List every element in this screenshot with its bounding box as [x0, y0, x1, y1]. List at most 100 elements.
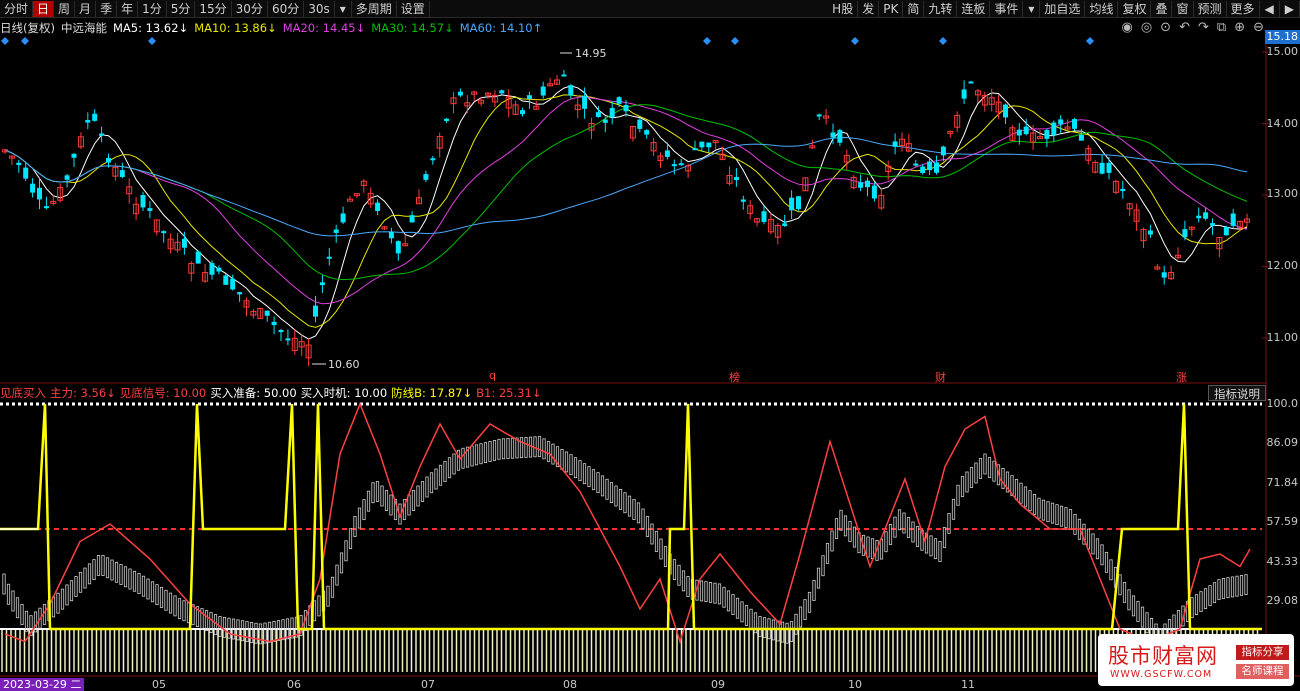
oscillator-bar	[362, 499, 366, 521]
candle-body	[1016, 129, 1022, 136]
oscillator-bar	[267, 621, 272, 643]
oscillator-bar	[60, 588, 65, 610]
candle-body	[375, 202, 381, 212]
oscillator-bar	[1055, 504, 1059, 526]
candle-body	[782, 223, 788, 226]
oscillator-bar	[425, 476, 429, 498]
candle-body	[85, 120, 91, 123]
oscillator-bar	[110, 559, 114, 581]
kline-chart[interactable]	[0, 0, 1300, 691]
oscillator-bar	[69, 580, 74, 602]
oscillator-bar	[929, 535, 933, 557]
candle-body	[940, 146, 946, 156]
event-marker[interactable]: q	[489, 369, 496, 382]
oscillator-bar	[1235, 575, 1239, 597]
event-marker[interactable]: 财	[935, 369, 946, 385]
oscillator-bar	[119, 564, 123, 585]
candle-body	[43, 206, 49, 209]
oscillator-bar	[614, 485, 618, 507]
oscillator-bar	[483, 442, 488, 464]
oscillator-bar	[1086, 528, 1091, 550]
candle-body	[520, 110, 525, 115]
signal-diamond	[148, 37, 156, 45]
candle-body	[195, 251, 201, 264]
oscillator-bar	[353, 516, 357, 537]
indicator-help-button[interactable]: 指标说明	[1208, 385, 1266, 401]
candle-body	[37, 187, 42, 200]
oscillator-bar	[497, 438, 501, 460]
oscillator-bar	[74, 576, 78, 597]
month-label: 11	[961, 678, 975, 691]
candle-body	[333, 229, 339, 233]
oscillator-bar	[708, 582, 713, 603]
candle-body	[1210, 223, 1215, 226]
oscillator-bar	[380, 485, 384, 507]
oscillator-bar	[951, 498, 956, 520]
oscillator-bar	[776, 620, 780, 642]
candle-body	[671, 164, 677, 167]
oscillator-bar	[969, 467, 974, 488]
candle-body	[602, 119, 608, 123]
oscillator-bar	[965, 471, 969, 493]
oscillator-bar	[434, 468, 438, 490]
oscillator-bar	[501, 438, 506, 460]
oscillator-bar	[560, 448, 564, 470]
oscillator-bar	[1104, 551, 1109, 573]
candle-body	[816, 114, 822, 117]
candle-body	[1196, 215, 1202, 219]
indicator-name[interactable]: 见底买入	[0, 385, 46, 401]
oscillator-bar	[816, 567, 821, 589]
watermark-tag: 指标分享	[1236, 645, 1289, 660]
oscillator-bar	[852, 526, 857, 548]
oscillator-bar	[987, 457, 992, 479]
oscillator-bar	[1073, 514, 1077, 535]
oscillator-bar	[1019, 482, 1023, 504]
oscillator-bar	[1100, 544, 1104, 566]
oscillator-bar	[672, 559, 677, 581]
oscillator-bar	[645, 516, 650, 537]
oscillator-bar	[1226, 577, 1230, 599]
signal-diamond	[731, 37, 739, 45]
oscillator-bar	[983, 453, 987, 475]
oscillator-bar	[731, 594, 735, 615]
oscillator-bar	[123, 566, 128, 588]
oscillator-bar	[56, 592, 60, 614]
event-marker[interactable]: 榜	[729, 369, 740, 385]
oscillator-bar	[717, 583, 722, 605]
oscillator-bar	[78, 571, 83, 593]
oscillator-bar	[1140, 606, 1145, 628]
candle-body	[285, 338, 291, 341]
oscillator-bar	[627, 495, 632, 517]
oscillator-bar	[276, 620, 281, 641]
candle-body	[934, 162, 939, 173]
oscillator-bar	[722, 586, 726, 608]
candle-body	[623, 104, 629, 112]
indicator-tick: 71.84	[1266, 476, 1299, 489]
oscillator-bar	[258, 623, 263, 645]
low-price-label: 10.60	[328, 358, 360, 371]
candle-body	[92, 113, 98, 121]
watermark-title: 股市财富网	[1108, 644, 1218, 668]
oscillator-bar	[1050, 502, 1055, 524]
oscillator-bar	[830, 530, 834, 552]
indicator-timing: 买入时机: 10.00	[300, 385, 388, 400]
event-marker[interactable]: 涨	[1176, 369, 1187, 385]
oscillator-bar	[893, 516, 897, 538]
candle-body	[692, 148, 698, 151]
month-label: 05	[152, 678, 166, 691]
oscillator-bar	[663, 546, 668, 567]
candle-body	[1023, 126, 1029, 135]
oscillator-bar	[488, 441, 492, 462]
oscillator-bar	[128, 568, 132, 590]
candle-body	[733, 177, 739, 181]
oscillator-bar	[506, 438, 510, 459]
oscillator-bar	[1023, 486, 1028, 508]
oscillator-bar	[141, 575, 146, 597]
oscillator-bar	[371, 482, 375, 504]
candle-body	[1051, 122, 1057, 136]
candle-body	[1230, 213, 1236, 226]
candle-body	[216, 267, 222, 272]
candle-body	[23, 167, 29, 179]
month-label: 06	[287, 678, 301, 691]
candle-body	[892, 141, 898, 147]
